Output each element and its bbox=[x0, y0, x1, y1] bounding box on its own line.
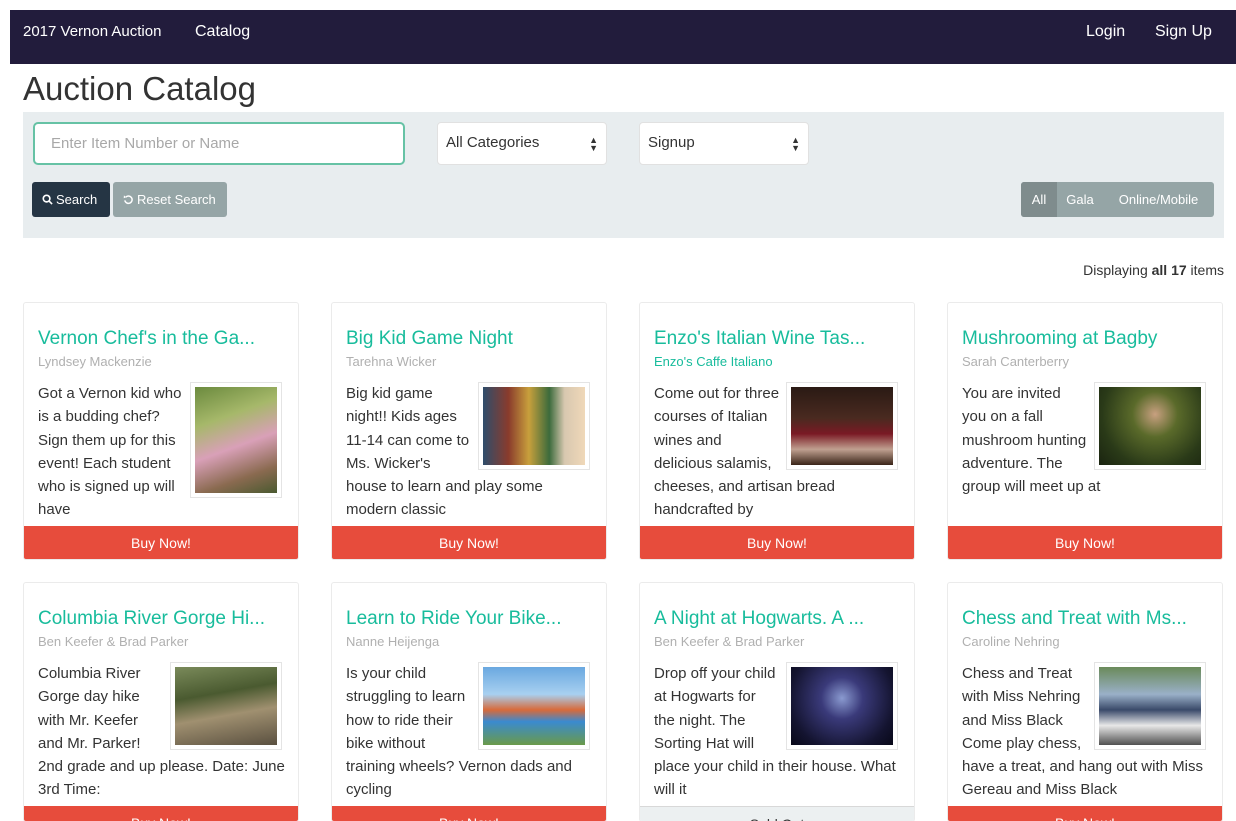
item-title-link[interactable]: Columbia River Gorge Hi... bbox=[38, 608, 265, 630]
filter-online-mobile-button[interactable]: Online/Mobile bbox=[1103, 182, 1214, 217]
page-title: Auction Catalog bbox=[23, 70, 256, 107]
nav-signup-link[interactable]: Sign Up bbox=[1155, 23, 1212, 41]
item-description-box: Drop off your child at Hogwarts for the … bbox=[654, 662, 904, 798]
category-select[interactable]: All Categories ▲ ▼ bbox=[437, 122, 607, 165]
nav-login-link[interactable]: Login bbox=[1086, 23, 1125, 41]
reset-search-button-label: Reset Search bbox=[137, 192, 216, 207]
reset-search-button[interactable]: Reset Search bbox=[113, 182, 227, 217]
category-select-value: All Categories bbox=[446, 134, 540, 151]
girl-photo-image bbox=[195, 387, 277, 493]
item-card[interactable]: Big Kid Game Night Tarehna Wicker Big ki… bbox=[331, 302, 607, 560]
item-title-link[interactable]: A Night at Hogwarts. A ... bbox=[654, 608, 864, 630]
item-title-link[interactable]: Big Kid Game Night bbox=[346, 328, 513, 350]
item-description-box: Chess and Treat with Miss Nehring and Mi… bbox=[962, 662, 1212, 798]
search-input[interactable] bbox=[33, 122, 405, 165]
item-image[interactable] bbox=[190, 382, 282, 498]
search-button[interactable]: Search bbox=[32, 182, 110, 217]
item-image[interactable] bbox=[786, 662, 898, 750]
navbar: 2017 Vernon Auction Catalog Login Sign U… bbox=[10, 10, 1236, 64]
chess-photo-image bbox=[1099, 667, 1201, 745]
filter-gala-button[interactable]: Gala bbox=[1057, 182, 1103, 217]
item-donor: Caroline Nehring bbox=[962, 634, 1060, 649]
board-games-photo-image bbox=[483, 387, 585, 465]
item-donor: Ben Keefer & Brad Parker bbox=[38, 634, 189, 649]
item-card[interactable]: Enzo's Italian Wine Tas... Enzo's Caffe … bbox=[639, 302, 915, 560]
item-card[interactable]: Chess and Treat with Ms... Caroline Nehr… bbox=[947, 582, 1223, 821]
kids-bikes-photo-image bbox=[483, 667, 585, 745]
search-button-label: Search bbox=[56, 192, 98, 207]
item-image[interactable] bbox=[478, 662, 590, 750]
results-count-suffix: items bbox=[1186, 262, 1224, 278]
results-count-total: all 17 bbox=[1151, 262, 1187, 278]
buy-now-button[interactable]: Buy Now! bbox=[948, 526, 1222, 559]
sold-out-button: Sold Out bbox=[640, 806, 914, 821]
nav-brand-link[interactable]: 2017 Vernon Auction bbox=[23, 23, 161, 40]
item-donor: Sarah Canterberry bbox=[962, 354, 1069, 369]
top-strip bbox=[0, 0, 1236, 10]
buy-now-button[interactable]: Buy Now! bbox=[24, 806, 298, 821]
item-title-link[interactable]: Mushrooming at Bagby bbox=[962, 328, 1157, 350]
item-title-link[interactable]: Enzo's Italian Wine Tas... bbox=[654, 328, 865, 350]
buy-now-button[interactable]: Buy Now! bbox=[948, 806, 1222, 821]
wine-glasses-photo-image bbox=[791, 387, 893, 465]
item-image[interactable] bbox=[170, 662, 282, 750]
item-card[interactable]: Mushrooming at Bagby Sarah Canterberry Y… bbox=[947, 302, 1223, 560]
item-image[interactable] bbox=[1094, 662, 1206, 750]
buy-now-button[interactable]: Buy Now! bbox=[24, 526, 298, 559]
item-donor: Ben Keefer & Brad Parker bbox=[654, 634, 805, 649]
item-image[interactable] bbox=[786, 382, 898, 470]
hogwarts-photo-image bbox=[791, 667, 893, 745]
buy-now-button[interactable]: Buy Now! bbox=[640, 526, 914, 559]
item-card[interactable]: A Night at Hogwarts. A ... Ben Keefer & … bbox=[639, 582, 915, 821]
search-panel: All Categories ▲▼ Signup ▲▼ Search Reset… bbox=[23, 112, 1224, 238]
item-card[interactable]: Columbia River Gorge Hi... Ben Keefer & … bbox=[23, 582, 299, 821]
venue-filter-group: All Gala Online/Mobile bbox=[1021, 182, 1214, 217]
select-arrows-icon: ▲ ▼ bbox=[589, 135, 598, 153]
item-title-link[interactable]: Learn to Ride Your Bike... bbox=[346, 608, 561, 630]
item-description-box: Is your child struggling to learn how to… bbox=[346, 662, 596, 798]
item-card[interactable]: Vernon Chef's in the Ga... Lyndsey Macke… bbox=[23, 302, 299, 560]
item-image[interactable] bbox=[1094, 382, 1206, 470]
item-donor: Lyndsey Mackenzie bbox=[38, 354, 152, 369]
filter-all-button[interactable]: All bbox=[1021, 182, 1057, 217]
buy-now-button[interactable]: Buy Now! bbox=[332, 526, 606, 559]
nav-catalog-link[interactable]: Catalog bbox=[195, 23, 250, 41]
item-donor: Nanne Heijenga bbox=[346, 634, 440, 649]
item-description: Got a Vernon kid who is a budding chef? … bbox=[38, 385, 182, 518]
reset-icon bbox=[123, 195, 133, 205]
select-arrows-icon: ▲ ▼ bbox=[791, 135, 800, 153]
item-title-link[interactable]: Vernon Chef's in the Ga... bbox=[38, 328, 255, 350]
item-image[interactable] bbox=[478, 382, 590, 470]
item-title-link[interactable]: Chess and Treat with Ms... bbox=[962, 608, 1187, 630]
item-description-box: Got a Vernon kid who is a budding chef? … bbox=[38, 382, 288, 518]
hike-photo-image bbox=[175, 667, 277, 745]
item-description: You are invited you on a fall mushroom h… bbox=[962, 385, 1101, 496]
item-description-box: You are invited you on a fall mushroom h… bbox=[962, 382, 1212, 518]
item-type-select-value: Signup bbox=[648, 134, 695, 151]
item-card[interactable]: Learn to Ride Your Bike... Nanne Heijeng… bbox=[331, 582, 607, 821]
item-donor-link[interactable]: Enzo's Caffe Italiano bbox=[654, 354, 773, 369]
search-icon bbox=[42, 194, 53, 205]
results-count: Displaying all 17 items bbox=[1083, 262, 1224, 278]
item-description-box: Come out for three courses of Italian wi… bbox=[654, 382, 904, 518]
results-count-prefix: Displaying bbox=[1083, 262, 1152, 278]
item-description-box: Big kid game night!! Kids ages 11-14 can… bbox=[346, 382, 596, 518]
forest-photo-image bbox=[1099, 387, 1201, 465]
item-type-select[interactable]: Signup ▲ ▼ bbox=[639, 122, 809, 165]
buy-now-button[interactable]: Buy Now! bbox=[332, 806, 606, 821]
item-donor: Tarehna Wicker bbox=[346, 354, 437, 369]
item-description-box: Columbia River Gorge day hike with Mr. K… bbox=[38, 662, 288, 798]
